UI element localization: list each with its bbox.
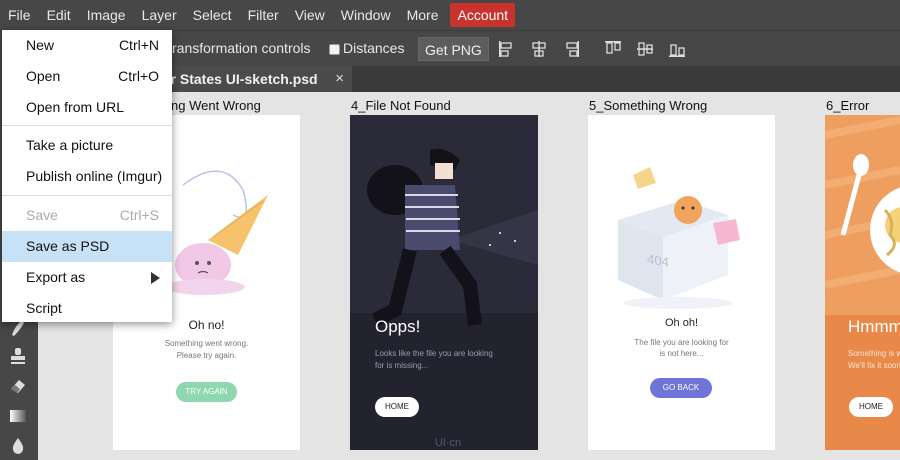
menu-item-open[interactable]: Open Ctrl+O	[2, 61, 172, 92]
align-center-icon[interactable]	[530, 40, 548, 58]
eraser-tool-icon[interactable]	[8, 376, 28, 396]
menu-item-label: Open	[26, 68, 61, 84]
menu-file[interactable]: File	[0, 3, 39, 27]
distances-checkbox[interactable]	[329, 44, 340, 55]
artboard-body: for is missing...	[375, 361, 429, 370]
document-tab[interactable]: or States UI-sketch.psd ×	[152, 66, 352, 92]
transform-controls-label[interactable]: ransformation controls	[172, 40, 311, 56]
menu-item-label: Save as PSD	[26, 238, 110, 254]
artboard-body: We'll fix it soon	[848, 361, 900, 370]
document-tab-title: or States UI-sketch.psd	[162, 71, 318, 87]
menu-item-save-as-psd[interactable]: Save as PSD	[2, 231, 172, 262]
menu-item-save: Save Ctrl+S	[2, 200, 172, 231]
artboard-label: 5_Something Wrong	[589, 98, 708, 113]
menu-item-open-from-url[interactable]: Open from URL	[2, 92, 172, 123]
menu-item-label: New	[26, 37, 55, 53]
stamp-tool-icon[interactable]	[8, 346, 28, 366]
menu-item-shortcut: Ctrl+O	[118, 68, 159, 84]
menu-view[interactable]: View	[287, 3, 333, 27]
artboard-label: 6_Error	[826, 98, 870, 113]
go-back-button[interactable]: GO BACK	[650, 378, 712, 398]
menu-filter[interactable]: Filter	[240, 3, 287, 27]
artboard-something-wrong[interactable]: 404 Oh oh! The file you are looking for …	[588, 115, 775, 450]
menu-item-publish-online[interactable]: Publish online (Imgur)	[2, 161, 172, 192]
artboard-label: 4_File Not Found	[351, 98, 451, 113]
watermark-logo: UI·cn	[434, 437, 462, 449]
artboard-file-not-found[interactable]: Opps! Looks like the file you are lookin…	[350, 115, 538, 450]
menu-item-label: Publish online (Imgur)	[26, 168, 163, 184]
submenu-arrow-icon	[151, 272, 160, 284]
artboard-label: ng Went Wrong	[171, 98, 261, 113]
artboard-body: Something went wrong.	[164, 339, 249, 348]
menu-item-export-as[interactable]: Export as	[2, 262, 172, 293]
artboard-body: Please try again.	[176, 351, 237, 360]
menu-edit[interactable]: Edit	[39, 3, 79, 27]
get-png-button[interactable]: Get PNG	[418, 37, 489, 61]
menu-layer[interactable]: Layer	[134, 3, 185, 27]
artboard-title: Oh oh!	[664, 317, 699, 329]
menu-item-script[interactable]: Script	[2, 293, 172, 324]
menu-bar: File Edit Image Layer Select Filter View…	[0, 0, 900, 30]
menu-more[interactable]: More	[399, 3, 447, 27]
artboard-body: The file you are looking for	[634, 338, 729, 347]
artboard-error[interactable]: Hmmm Something is wrong. We'll fix it so…	[825, 115, 900, 450]
try-again-button[interactable]: TRY AGAIN	[176, 382, 237, 402]
file-menu-dropdown: New Ctrl+N Open Ctrl+O Open from URL Tak…	[2, 30, 172, 322]
menu-item-take-picture[interactable]: Take a picture	[2, 130, 172, 161]
align-right-icon[interactable]	[562, 40, 580, 58]
blur-tool-icon[interactable]	[8, 436, 28, 456]
menu-separator	[2, 125, 172, 126]
menu-item-label: Open from URL	[26, 99, 125, 115]
menu-item-label: Take a picture	[26, 137, 114, 153]
artboard-title: Hmmm	[848, 317, 900, 336]
artboard-body: Something is wrong.	[848, 349, 900, 358]
menu-select[interactable]: Select	[185, 3, 240, 27]
close-tab-icon[interactable]: ×	[335, 66, 344, 92]
box-cat-illustration	[618, 167, 740, 309]
distances-label[interactable]: Distances	[343, 40, 404, 56]
artboard-title: Opps!	[375, 317, 421, 336]
align-middle-icon[interactable]	[636, 40, 654, 58]
menu-item-label: Save	[26, 207, 58, 223]
align-bottom-icon[interactable]	[668, 40, 686, 58]
gradient-tool-icon[interactable]	[8, 406, 28, 426]
menu-separator	[2, 195, 172, 196]
align-left-icon[interactable]	[498, 40, 516, 58]
menu-item-label: Script	[26, 300, 62, 316]
menu-item-shortcut: Ctrl+S	[119, 207, 159, 223]
home-button[interactable]: HOME	[849, 397, 893, 417]
account-button[interactable]: Account	[450, 3, 516, 27]
artboard-body: is not here...	[659, 349, 704, 358]
artboard-body: Looks like the file you are looking	[375, 349, 493, 358]
menu-item-new[interactable]: New Ctrl+N	[2, 30, 172, 61]
menu-item-shortcut: Ctrl+N	[118, 37, 159, 53]
menu-window[interactable]: Window	[333, 3, 399, 27]
menu-image[interactable]: Image	[79, 3, 134, 27]
align-top-icon[interactable]	[604, 40, 622, 58]
menu-item-label: Export as	[26, 269, 86, 285]
home-button[interactable]: HOME	[375, 397, 419, 417]
